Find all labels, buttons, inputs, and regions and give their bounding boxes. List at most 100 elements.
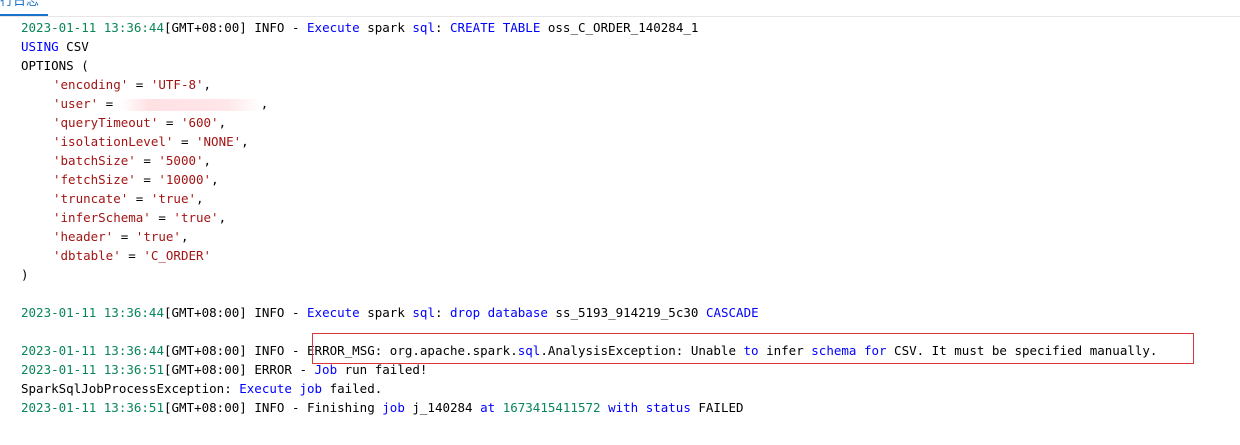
option-key: 'encoding' bbox=[53, 77, 129, 92]
log-text: Execute bbox=[307, 305, 360, 320]
option-key: 'dbtable' bbox=[53, 248, 121, 263]
log-timestamp: 2023-01-11 13:36:51 bbox=[21, 362, 164, 377]
log-level: ERROR - bbox=[246, 362, 315, 377]
log-text: 1673415411572 bbox=[495, 400, 609, 415]
log-text: : bbox=[434, 20, 451, 35]
option-key: 'user' bbox=[53, 96, 99, 111]
option-line: 'inferSchema' = 'true', bbox=[21, 208, 1240, 227]
log-text: job bbox=[382, 400, 405, 415]
log-text: ) bbox=[21, 267, 29, 282]
log-tab-bar: 行日志 bbox=[0, 0, 1240, 17]
option-eq: = bbox=[150, 210, 174, 225]
option-line: 'queryTimeout' = '600', bbox=[21, 113, 1240, 132]
log-text: database bbox=[487, 305, 548, 320]
option-key: 'queryTimeout' bbox=[53, 115, 159, 130]
log-timestamp: 2023-01-11 13:36:44 bbox=[21, 20, 164, 35]
log-text: sql bbox=[412, 305, 435, 320]
log-text: j_140284 bbox=[404, 400, 481, 415]
option-value: 'true' bbox=[135, 229, 181, 244]
option-line: 'user' = , bbox=[21, 94, 1240, 113]
option-line: 'dbtable' = 'C_ORDER' bbox=[21, 246, 1240, 265]
option-value: 'C_ORDER' bbox=[143, 248, 212, 263]
option-key: 'header' bbox=[53, 229, 114, 244]
option-eq: = bbox=[158, 115, 181, 130]
option-eq: = bbox=[173, 134, 196, 149]
log-line: 2023-01-11 13:36:51[GMT+08:00] INFO - Fi… bbox=[21, 398, 1240, 417]
log-text: CASCADE bbox=[705, 305, 759, 320]
option-line: 'encoding' = 'UTF-8', bbox=[21, 75, 1240, 94]
option-eq: = bbox=[128, 77, 151, 92]
log-line: SparkSqlJobProcessException: Execute job… bbox=[21, 379, 1240, 398]
log-line: 2023-01-11 13:36:44[GMT+08:00] INFO - Ex… bbox=[21, 303, 1240, 322]
log-timezone: [GMT+08:00] bbox=[164, 343, 247, 358]
log-line: ) bbox=[21, 265, 1240, 284]
active-tab-indicator bbox=[0, 14, 48, 16]
option-eq: = bbox=[98, 96, 121, 111]
option-line: 'header' = 'true', bbox=[21, 227, 1240, 246]
option-end: , bbox=[196, 191, 204, 206]
option-eq: = bbox=[135, 172, 159, 187]
option-value: 'true' bbox=[150, 191, 196, 206]
log-text: sql bbox=[412, 20, 435, 35]
option-line: 'fetchSize' = '10000', bbox=[21, 170, 1240, 189]
log-timezone: [GMT+08:00] bbox=[164, 362, 247, 377]
log-output: 2023-01-11 13:36:44[GMT+08:00] INFO - Ex… bbox=[21, 18, 1240, 417]
log-timestamp: 2023-01-11 13:36:44 bbox=[21, 343, 164, 358]
log-timestamp: 2023-01-11 13:36:51 bbox=[21, 400, 164, 415]
log-line: OPTIONS ( bbox=[21, 56, 1240, 75]
log-text: CSV bbox=[58, 39, 89, 54]
log-text: FAILED bbox=[690, 400, 744, 415]
log-line: 2023-01-11 13:36:51[GMT+08:00] ERROR - J… bbox=[21, 360, 1240, 379]
option-end: , bbox=[203, 77, 212, 92]
option-end: , bbox=[211, 172, 219, 187]
option-line: 'isolationLevel' = 'NONE', bbox=[21, 132, 1240, 151]
log-text: failed. bbox=[322, 381, 383, 396]
log-text: oss_C_ORDER_140284_1 bbox=[540, 20, 699, 35]
option-end: , bbox=[203, 153, 212, 168]
option-key: 'inferSchema' bbox=[53, 210, 151, 225]
option-value: '10000' bbox=[158, 172, 212, 187]
log-line: USING CSV bbox=[21, 37, 1240, 56]
log-text: OPTIONS ( bbox=[21, 58, 89, 73]
option-key: 'isolationLevel' bbox=[53, 134, 174, 149]
option-end: , bbox=[260, 96, 269, 111]
option-value: '600' bbox=[180, 115, 219, 130]
log-text: Job bbox=[314, 362, 338, 377]
log-text: ss_5193_914219_5c30 bbox=[547, 305, 706, 320]
log-timezone: [GMT+08:00] bbox=[164, 305, 247, 320]
log-text: with bbox=[608, 400, 639, 415]
option-line: 'truncate' = 'true', bbox=[21, 189, 1240, 208]
option-eq: = bbox=[120, 248, 144, 263]
log-text: for bbox=[863, 343, 887, 358]
option-end: , bbox=[218, 210, 227, 225]
log-level: INFO - bbox=[246, 20, 308, 35]
log-text: spark bbox=[359, 20, 413, 35]
log-text: run failed! bbox=[337, 362, 428, 377]
log-text: Execute bbox=[307, 20, 360, 35]
log-text: CREATE bbox=[450, 20, 496, 35]
log-level: INFO - bbox=[246, 343, 308, 358]
log-line: 2023-01-11 13:36:44[GMT+08:00] INFO - Ex… bbox=[21, 18, 1240, 37]
option-key: 'batchSize' bbox=[53, 153, 136, 168]
log-text: infer bbox=[758, 343, 812, 358]
log-text: drop bbox=[450, 305, 481, 320]
option-end: , bbox=[241, 134, 249, 149]
log-text: to bbox=[743, 343, 759, 358]
log-text: status bbox=[645, 400, 691, 415]
option-line: 'batchSize' = '5000', bbox=[21, 151, 1240, 170]
log-text: SparkSqlJobProcessException: bbox=[21, 381, 240, 396]
option-key: 'truncate' bbox=[53, 191, 129, 206]
option-eq: = bbox=[113, 229, 136, 244]
tab-run-log[interactable]: 行日志 bbox=[0, 0, 39, 10]
option-eq: = bbox=[128, 191, 151, 206]
log-text: .AnalysisException: Unable bbox=[540, 343, 744, 358]
redacted-value bbox=[120, 98, 261, 111]
option-value: '5000' bbox=[158, 153, 204, 168]
log-text: ERROR_MSG: org.apache.spark. bbox=[307, 343, 518, 358]
